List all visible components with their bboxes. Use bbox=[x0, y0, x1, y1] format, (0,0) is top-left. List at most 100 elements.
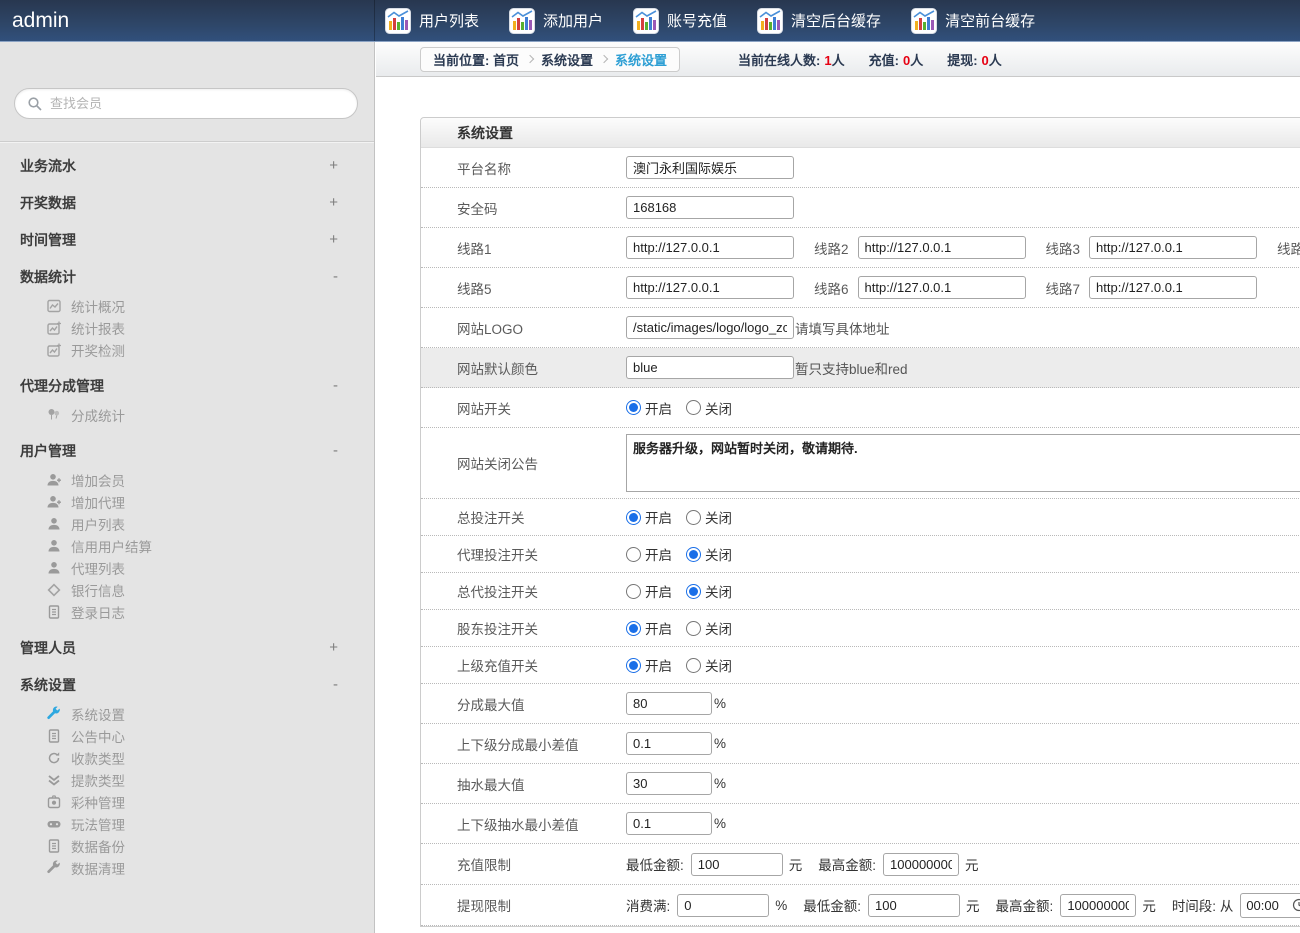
radio-off[interactable]: 关闭 bbox=[686, 581, 732, 601]
radio-input[interactable] bbox=[626, 621, 641, 636]
sidebar-item-add-agent[interactable]: 增加代理 bbox=[0, 491, 374, 513]
line6-input[interactable] bbox=[858, 276, 1026, 299]
sidebar-section-agent-share-management[interactable]: 代理分成管理 - bbox=[0, 367, 374, 404]
superior-recharge-radio-group: 开启 关闭 bbox=[626, 655, 732, 675]
member-search-box bbox=[14, 88, 358, 119]
radio-on[interactable]: 开启 bbox=[626, 655, 672, 675]
sidebar-item-stats-report[interactable]: 统计报表 bbox=[0, 317, 374, 339]
radio-on[interactable]: 开启 bbox=[626, 398, 672, 418]
sidebar-section-lottery-data[interactable]: 开奖数据 + bbox=[0, 184, 374, 221]
row-withdraw-limit: 提现限制 消费满: % 最低金额: 元 最高金额: 元 时间段: 从 00:00 bbox=[421, 885, 1300, 926]
sidebar-item-notice-center[interactable]: 公告中心 bbox=[0, 725, 374, 747]
withdraw-min-input[interactable] bbox=[868, 894, 960, 917]
radio-off[interactable]: 关闭 bbox=[686, 655, 732, 675]
nav-clear-backend-cache[interactable]: 清空后台缓存 bbox=[757, 8, 881, 34]
sidebar-item-data-clean[interactable]: 数据清理 bbox=[0, 857, 374, 879]
sidebar-item-agent-list[interactable]: 代理列表 bbox=[0, 557, 374, 579]
site-logo-input[interactable] bbox=[626, 316, 794, 339]
sidebar-item-play-management[interactable]: 玩法管理 bbox=[0, 813, 374, 835]
line7-input[interactable] bbox=[1089, 276, 1257, 299]
close-notice-textarea[interactable]: 服务器升级，网站暂时关闭，敬请期待. bbox=[626, 434, 1300, 492]
line1-input[interactable] bbox=[626, 236, 794, 259]
shareholder-bet-radio-group: 开启 关闭 bbox=[626, 618, 732, 638]
sidebar-item-withdraw-type[interactable]: 提款类型 bbox=[0, 769, 374, 791]
breadcrumb-home[interactable]: 首页 bbox=[493, 50, 519, 69]
sidebar-item-stats-overview[interactable]: 统计概况 bbox=[0, 295, 374, 317]
diamond-icon bbox=[46, 582, 62, 598]
share-min-diff-input[interactable] bbox=[626, 732, 712, 755]
sidebar-item-lottery-management[interactable]: 彩种管理 bbox=[0, 791, 374, 813]
radio-input[interactable] bbox=[686, 400, 701, 415]
sidebar-item-payment-type[interactable]: 收款类型 bbox=[0, 747, 374, 769]
sidebar-section-administrators[interactable]: 管理人员 + bbox=[0, 629, 374, 666]
sidebar-item-user-list[interactable]: 用户列表 bbox=[0, 513, 374, 535]
radio-input[interactable] bbox=[626, 400, 641, 415]
rake-min-diff-input[interactable] bbox=[626, 812, 712, 835]
recharge-max-input[interactable] bbox=[883, 853, 959, 876]
sidebar-section-system-settings[interactable]: 系统设置 - bbox=[0, 666, 374, 703]
sidebar-item-data-backup[interactable]: 数据备份 bbox=[0, 835, 374, 857]
radio-input[interactable] bbox=[686, 584, 701, 599]
row-close-notice: 网站关闭公告 服务器升级，网站暂时关闭，敬请期待. bbox=[421, 428, 1300, 499]
radio-input[interactable] bbox=[686, 621, 701, 636]
withdraw-consume-input[interactable] bbox=[677, 894, 769, 917]
nav-account-recharge[interactable]: 账号充值 bbox=[633, 8, 727, 34]
withdraw-max-input[interactable] bbox=[1060, 894, 1136, 917]
radio-off[interactable]: 关闭 bbox=[686, 544, 732, 564]
radio-input[interactable] bbox=[626, 658, 641, 673]
sidebar-section-business-flow[interactable]: 业务流水 + bbox=[0, 147, 374, 184]
report-chart-icon bbox=[46, 320, 62, 336]
radio-input[interactable] bbox=[686, 510, 701, 525]
platform-name-input[interactable] bbox=[626, 156, 794, 179]
sidebar-item-share-stats[interactable]: 分成统计 bbox=[0, 404, 374, 426]
top-navigation: 用户列表 添加用户 账号充值 清空后台缓存 清空前台缓存 bbox=[375, 8, 1035, 34]
field-hint: 请填写具体地址 bbox=[795, 318, 890, 338]
search-input[interactable] bbox=[50, 96, 345, 111]
radio-on[interactable]: 开启 bbox=[626, 581, 672, 601]
line3-input[interactable] bbox=[1089, 236, 1257, 259]
backup-document-icon bbox=[46, 838, 62, 854]
sidebar-item-bank-info[interactable]: 银行信息 bbox=[0, 579, 374, 601]
line2-input[interactable] bbox=[858, 236, 1026, 259]
recharge-min-input[interactable] bbox=[691, 853, 783, 876]
radio-on[interactable]: 开启 bbox=[626, 507, 672, 527]
nav-user-list[interactable]: 用户列表 bbox=[385, 8, 479, 34]
sidebar-section-user-management[interactable]: 用户管理 - bbox=[0, 432, 374, 469]
share-max-input[interactable] bbox=[626, 692, 712, 715]
check-chart-icon bbox=[46, 342, 62, 358]
withdraw-time-input[interactable]: 00:00 bbox=[1240, 893, 1300, 918]
radio-off[interactable]: 关闭 bbox=[686, 507, 732, 527]
line5-input[interactable] bbox=[626, 276, 794, 299]
radio-input[interactable] bbox=[626, 547, 641, 562]
default-color-input[interactable] bbox=[626, 356, 794, 379]
radio-off[interactable]: 关闭 bbox=[686, 398, 732, 418]
radio-on[interactable]: 开启 bbox=[626, 618, 672, 638]
notice-document-icon bbox=[46, 728, 62, 744]
radio-on[interactable]: 开启 bbox=[626, 544, 672, 564]
breadcrumb-current[interactable]: 系统设置 bbox=[615, 50, 667, 69]
row-agent-bet-switch: 代理投注开关 开启 关闭 bbox=[421, 536, 1300, 573]
sidebar-item-credit-user-settle[interactable]: 信用用户结算 bbox=[0, 535, 374, 557]
wrench-icon bbox=[46, 706, 62, 722]
sidebar-item-system-settings[interactable]: 系统设置 bbox=[0, 703, 374, 725]
breadcrumb-system-settings[interactable]: 系统设置 bbox=[541, 50, 593, 69]
app-logo: admin bbox=[0, 0, 375, 41]
security-code-input[interactable] bbox=[626, 196, 794, 219]
radio-input[interactable] bbox=[626, 584, 641, 599]
unit-label: 元 bbox=[965, 854, 979, 874]
sidebar-item-login-log[interactable]: 登录日志 bbox=[0, 601, 374, 623]
radio-off[interactable]: 关闭 bbox=[686, 618, 732, 638]
sidebar-item-add-member[interactable]: 增加会员 bbox=[0, 469, 374, 491]
rake-max-input[interactable] bbox=[626, 772, 712, 795]
field-label: 线路2 bbox=[814, 238, 849, 258]
topbar: admin 用户列表 添加用户 账号充值 清空后台缓存 清空前台缓存 bbox=[0, 0, 1300, 42]
sidebar-item-draw-check[interactable]: 开奖检测 bbox=[0, 339, 374, 361]
nav-clear-frontend-cache[interactable]: 清空前台缓存 bbox=[911, 8, 1035, 34]
row-default-color: 网站默认颜色 暂只支持blue和red bbox=[421, 348, 1300, 388]
radio-input[interactable] bbox=[686, 658, 701, 673]
nav-add-user[interactable]: 添加用户 bbox=[509, 8, 603, 34]
radio-input[interactable] bbox=[626, 510, 641, 525]
sidebar-section-time-management[interactable]: 时间管理 + bbox=[0, 221, 374, 258]
sidebar-section-data-statistics[interactable]: 数据统计 - bbox=[0, 258, 374, 295]
radio-input[interactable] bbox=[686, 547, 701, 562]
